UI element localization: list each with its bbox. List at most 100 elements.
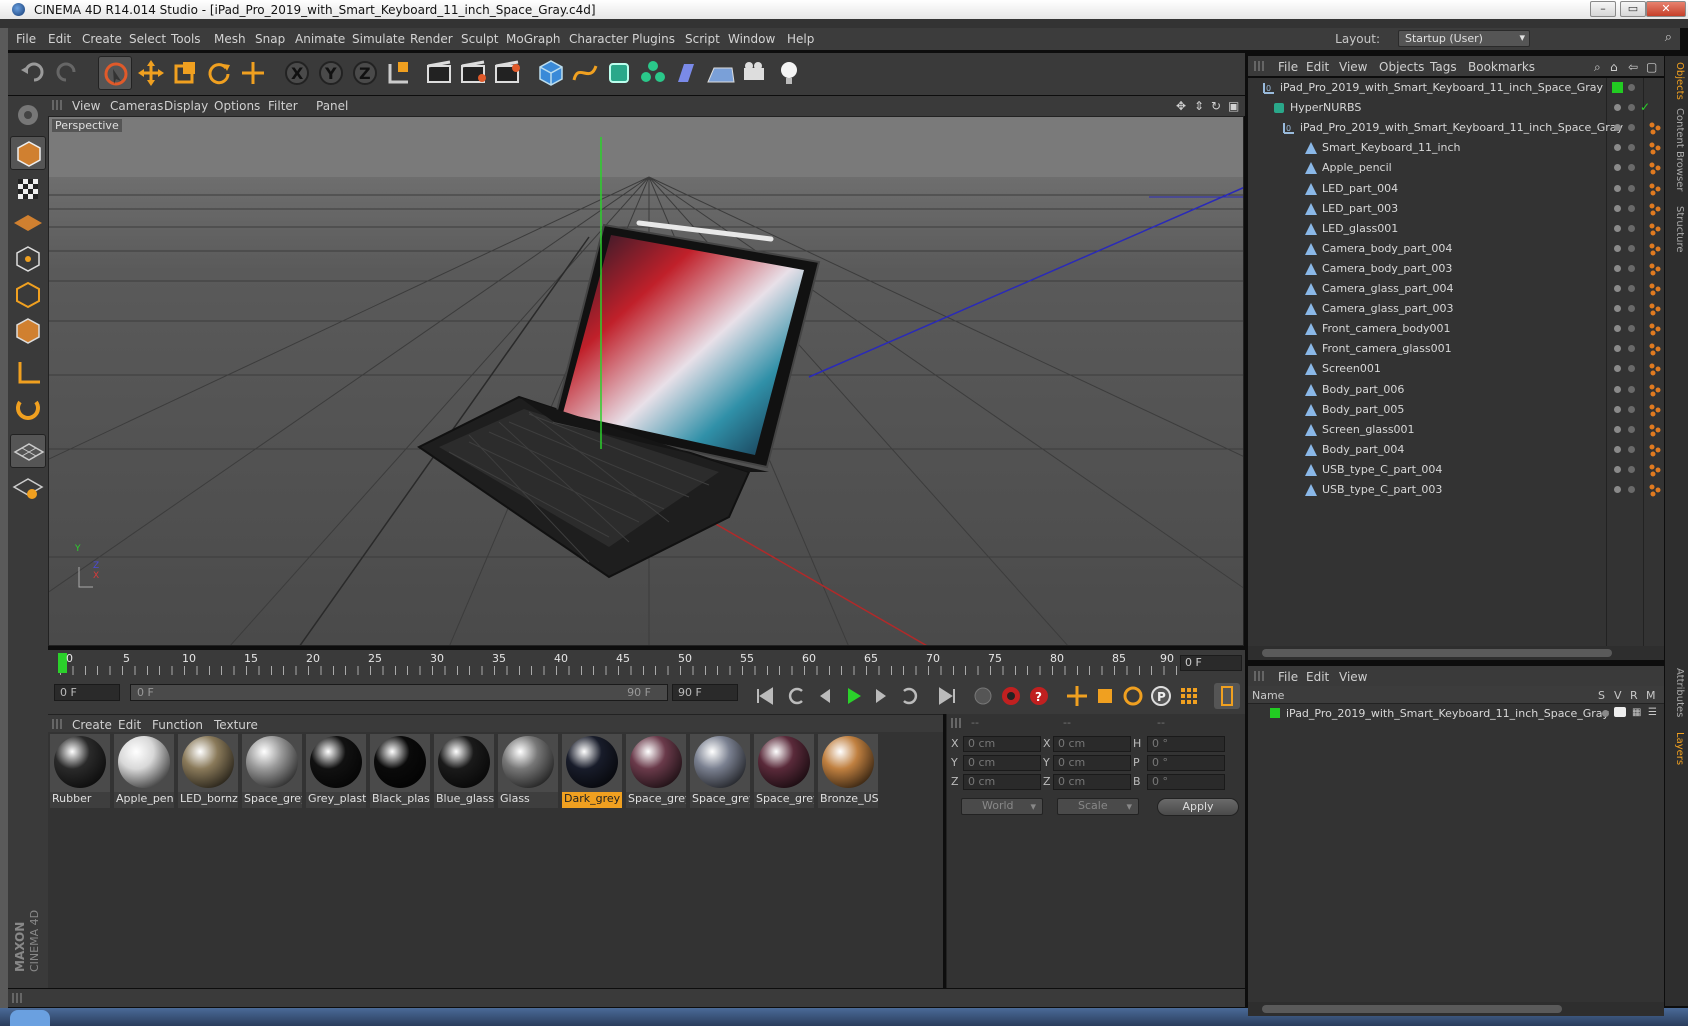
menu-mesh[interactable]: Mesh bbox=[214, 32, 246, 46]
menu-snap[interactable]: Snap bbox=[255, 32, 285, 46]
live-selection-button[interactable] bbox=[98, 56, 132, 90]
panel-grip-icon[interactable] bbox=[1254, 671, 1264, 681]
render-visibility-dot[interactable] bbox=[1628, 124, 1635, 132]
apply-button[interactable]: Apply bbox=[1157, 798, 1239, 816]
play-button[interactable] bbox=[840, 683, 866, 709]
om-menu-tags[interactable]: Tags bbox=[1430, 60, 1457, 74]
previous-key-button[interactable] bbox=[784, 683, 810, 709]
scrollbar-thumb[interactable] bbox=[1262, 1005, 1562, 1013]
record-keys-button[interactable] bbox=[970, 683, 996, 709]
material-swatch[interactable]: Glass bbox=[498, 734, 558, 808]
editor-visibility-dot[interactable] bbox=[1614, 325, 1621, 333]
render-visibility-dot[interactable] bbox=[1628, 405, 1635, 413]
material-tag-icon[interactable] bbox=[1648, 222, 1662, 236]
tab-objects[interactable]: Objects bbox=[1669, 62, 1685, 100]
coord-value-field[interactable]: 0 cm bbox=[963, 755, 1041, 771]
array-button[interactable] bbox=[636, 56, 670, 90]
material-menu-edit[interactable]: Edit bbox=[118, 718, 141, 732]
start-frame-field[interactable]: 0 F bbox=[54, 684, 120, 701]
om-menu-edit[interactable]: Edit bbox=[1306, 60, 1329, 74]
menu-mograph[interactable]: MoGraph bbox=[506, 32, 561, 46]
tab-structure[interactable]: Structure bbox=[1669, 206, 1685, 253]
end-frame-field[interactable]: 90 F bbox=[672, 684, 738, 701]
editor-visibility-dot[interactable] bbox=[1614, 385, 1621, 393]
search-icon[interactable]: ⌕ bbox=[1594, 60, 1601, 75]
menu-sculpt[interactable]: Sculpt bbox=[461, 32, 498, 46]
panel-grip-icon[interactable] bbox=[12, 993, 22, 1003]
panel-grip-icon[interactable] bbox=[52, 100, 62, 110]
material-tag-icon[interactable] bbox=[1648, 403, 1662, 417]
material-tag-icon[interactable] bbox=[1648, 483, 1662, 497]
tab-content-browser[interactable]: Content Browser bbox=[1669, 108, 1685, 191]
material-swatch[interactable]: Blue_glass bbox=[434, 734, 494, 808]
tweak-mode-button[interactable] bbox=[10, 392, 46, 426]
previous-frame-button[interactable] bbox=[812, 683, 838, 709]
locked-workplane-button[interactable] bbox=[10, 470, 46, 504]
editor-visibility-dot[interactable] bbox=[1614, 104, 1621, 112]
layer-col-solo[interactable]: S bbox=[1598, 689, 1605, 702]
material-tag-icon[interactable] bbox=[1648, 362, 1662, 376]
go-to-start-button[interactable] bbox=[752, 683, 778, 709]
material-swatch[interactable]: Space_grey bbox=[242, 734, 302, 808]
coordinate-system-button[interactable] bbox=[382, 56, 416, 90]
object-row[interactable]: Camera_glass_part_003 bbox=[1248, 299, 1664, 319]
lm-menu-file[interactable]: File bbox=[1278, 670, 1298, 684]
object-row[interactable]: USB_type_C_part_003 bbox=[1248, 480, 1664, 500]
material-tag-icon[interactable] bbox=[1648, 383, 1662, 397]
next-frame-button[interactable] bbox=[868, 683, 894, 709]
camera-button[interactable] bbox=[738, 56, 772, 90]
object-row[interactable]: LED_part_003 bbox=[1248, 199, 1664, 219]
workplane-button[interactable] bbox=[10, 206, 46, 240]
menu-file[interactable]: File bbox=[16, 32, 36, 46]
render-visibility-dot[interactable] bbox=[1628, 365, 1635, 373]
coord-value-field[interactable]: 0 cm bbox=[1053, 755, 1131, 771]
material-swatch[interactable]: Grey_plasti bbox=[306, 734, 366, 808]
render-visibility-dot[interactable] bbox=[1628, 84, 1635, 91]
om-menu-file[interactable]: File bbox=[1278, 60, 1298, 74]
object-row[interactable]: 0 iPad_Pro_2019_with_Smart_Keyboard_11_in… bbox=[1248, 118, 1664, 138]
object-manager-scrollbar[interactable] bbox=[1248, 646, 1664, 660]
material-tag-icon[interactable] bbox=[1648, 121, 1662, 135]
render-visibility-dot[interactable] bbox=[1628, 345, 1635, 353]
coord-value-field[interactable]: 0 ° bbox=[1147, 755, 1225, 771]
menu-character[interactable]: Character bbox=[569, 32, 628, 46]
3d-viewport[interactable]: Perspective Y Z X bbox=[48, 116, 1244, 646]
layer-manager-scrollbar[interactable] bbox=[1248, 1002, 1664, 1016]
points-mode-button[interactable] bbox=[10, 242, 46, 276]
start-button[interactable] bbox=[10, 1010, 50, 1026]
editor-visibility-dot[interactable] bbox=[1614, 445, 1621, 453]
deformer-button[interactable] bbox=[670, 56, 704, 90]
x-axis-lock-button[interactable]: X bbox=[280, 56, 314, 90]
material-tag-icon[interactable] bbox=[1648, 302, 1662, 316]
material-tag-icon[interactable] bbox=[1648, 423, 1662, 437]
rotate-tool-button[interactable] bbox=[202, 56, 236, 90]
material-tag-icon[interactable] bbox=[1648, 161, 1662, 175]
object-row[interactable]: Apple_pencil bbox=[1248, 158, 1664, 178]
move-tool-button[interactable] bbox=[134, 56, 168, 90]
render-visibility-dot[interactable] bbox=[1628, 425, 1635, 433]
viewport-zoom-icon[interactable]: ⇕ bbox=[1194, 99, 1204, 113]
edges-mode-button[interactable] bbox=[10, 278, 46, 312]
coord-value-field[interactable]: 0 cm bbox=[963, 774, 1041, 790]
home-icon[interactable]: ⌂ bbox=[1610, 60, 1618, 74]
current-frame-field[interactable]: 0 F bbox=[1180, 655, 1242, 671]
coord-value-field[interactable]: 0 cm bbox=[1053, 736, 1131, 752]
key-pla-button[interactable] bbox=[1176, 683, 1202, 709]
viewport-menu-view[interactable]: View bbox=[72, 99, 100, 113]
editor-visibility-dot[interactable] bbox=[1614, 486, 1621, 493]
render-visibility-dot[interactable] bbox=[1628, 305, 1635, 313]
keyframe-selection-button[interactable]: ? bbox=[1026, 683, 1052, 709]
menu-animate[interactable]: Animate bbox=[295, 32, 345, 46]
autokeying-button[interactable] bbox=[998, 683, 1024, 709]
render-view-button[interactable] bbox=[422, 56, 456, 90]
viewport-menu-options[interactable]: Options bbox=[214, 99, 260, 113]
object-row[interactable]: Body_part_006 bbox=[1248, 380, 1664, 400]
layer-col-name[interactable]: Name bbox=[1252, 689, 1284, 702]
coord-value-field[interactable]: 0 cm bbox=[1053, 774, 1131, 790]
editor-visibility-dot[interactable] bbox=[1614, 144, 1621, 152]
nurbs-button[interactable] bbox=[602, 56, 636, 90]
object-row[interactable]: Body_part_005 bbox=[1248, 400, 1664, 420]
layer-col-manager[interactable]: M bbox=[1646, 689, 1656, 702]
editor-visibility-dot[interactable] bbox=[1614, 365, 1621, 373]
menu-render[interactable]: Render bbox=[410, 32, 453, 46]
